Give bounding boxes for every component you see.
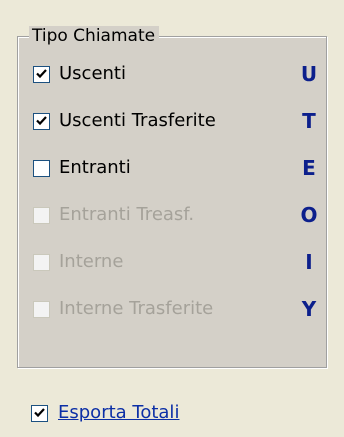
option-code: U (300, 62, 318, 86)
checkbox-interne-trasferite[interactable] (33, 300, 50, 318)
checkmark-icon (36, 115, 47, 125)
checkmark-icon (34, 407, 45, 417)
option-row-interne-trasferite[interactable]: Interne Trasferite Y (33, 297, 321, 321)
checkbox-entranti-treasf[interactable] (33, 206, 50, 224)
checkbox-uscenti-trasferite[interactable] (33, 112, 50, 130)
tipo-chiamate-groupbox: Tipo Chiamate Uscenti U Uscenti Trasferi… (17, 26, 328, 369)
option-row-entranti-treasf[interactable]: Entranti Treasf. O (33, 203, 321, 227)
checkbox-interne[interactable] (33, 253, 50, 271)
option-label: Entranti Treasf. (59, 204, 195, 225)
option-row-uscenti[interactable]: Uscenti U (33, 62, 321, 86)
option-row-uscenti-trasferite[interactable]: Uscenti Trasferite T (33, 109, 321, 133)
checkmark-icon (36, 68, 47, 78)
option-code: E (302, 156, 316, 180)
option-code: I (305, 250, 313, 274)
checkbox-export-totals[interactable] (31, 404, 48, 422)
option-label: Entranti (59, 157, 131, 178)
option-label: Uscenti (59, 63, 126, 84)
option-row-interne[interactable]: Interne I (33, 250, 321, 274)
export-totals-option[interactable]: Esporta Totali (31, 402, 179, 424)
checkbox-uscenti[interactable] (33, 65, 50, 83)
option-code: O (300, 203, 318, 227)
groupbox-title: Tipo Chiamate (29, 26, 160, 46)
checkbox-entranti[interactable] (33, 159, 50, 177)
option-label: Interne (59, 251, 124, 272)
option-label: Uscenti Trasferite (59, 110, 216, 131)
option-code: Y (301, 297, 317, 321)
option-label: Interne Trasferite (59, 298, 214, 319)
export-totals-link[interactable]: Esporta Totali (58, 402, 179, 424)
option-row-entranti[interactable]: Entranti E (33, 156, 321, 180)
option-code: T (302, 109, 316, 133)
